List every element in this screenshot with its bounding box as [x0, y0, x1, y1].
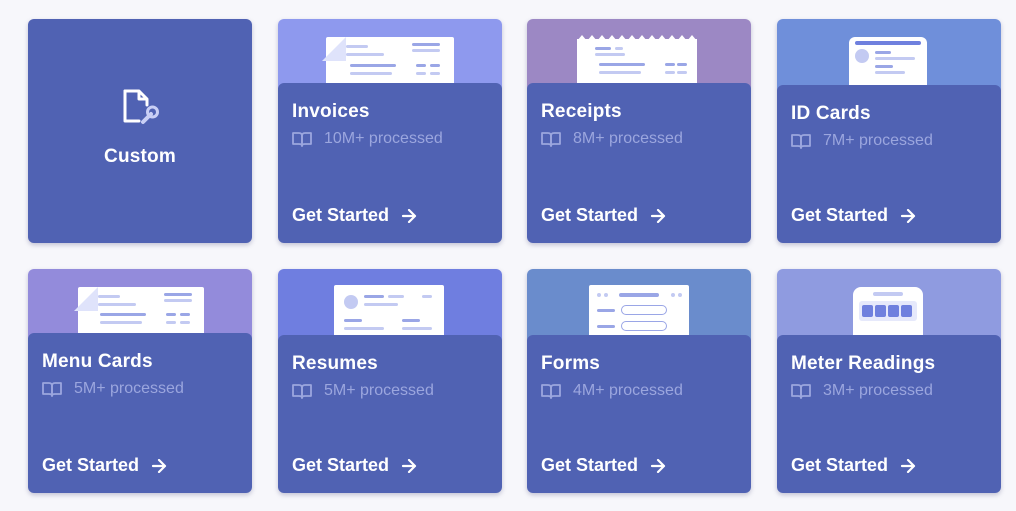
invoices-card[interactable]: Invoices 10M+ processed Get Started	[278, 19, 502, 243]
processed-count: 5M+ processed	[292, 382, 488, 400]
arrow-right-icon	[401, 208, 417, 223]
processed-count-text: 5M+ processed	[74, 380, 184, 397]
arrow-right-icon	[151, 458, 167, 473]
card-title: Invoices	[292, 101, 370, 122]
card-title: Meter Readings	[791, 353, 936, 374]
processed-count: 10M+ processed	[292, 130, 488, 148]
processed-count-text: 10M+ processed	[324, 130, 443, 147]
meter-readings-card[interactable]: Meter Readings 3M+ processed Get Started	[777, 269, 1001, 493]
menu-cards-card[interactable]: Menu Cards 5M+ processed Get Started	[28, 269, 252, 493]
forms-panel: Forms 4M+ processed Get Started	[527, 335, 751, 493]
book-icon	[42, 381, 62, 397]
get-started-link[interactable]: Get Started	[42, 455, 167, 476]
get-started-link[interactable]: Get Started	[541, 455, 666, 476]
book-icon	[791, 133, 811, 149]
resumes-card[interactable]: Resumes 5M+ processed Get Started	[278, 269, 502, 493]
arrow-right-icon	[401, 458, 417, 473]
custom-title: Custom	[104, 145, 176, 167]
arrow-right-icon	[900, 458, 916, 473]
get-started-link[interactable]: Get Started	[791, 205, 916, 226]
resumes-panel: Resumes 5M+ processed Get Started	[278, 335, 502, 493]
processed-count: 3M+ processed	[791, 382, 987, 400]
book-icon	[541, 383, 561, 399]
arrow-right-icon	[900, 208, 916, 223]
get-started-label: Get Started	[791, 455, 889, 475]
card-title: Menu Cards	[42, 351, 153, 372]
custom-card[interactable]: Custom	[28, 19, 252, 243]
book-icon	[791, 383, 811, 399]
processed-count: 4M+ processed	[541, 382, 737, 400]
receipts-card[interactable]: Receipts 8M+ processed Get Started	[527, 19, 751, 243]
receipts-panel: Receipts 8M+ processed Get Started	[527, 83, 751, 243]
get-started-label: Get Started	[541, 205, 639, 225]
processed-count-text: 8M+ processed	[573, 130, 683, 147]
get-started-link[interactable]: Get Started	[791, 455, 916, 476]
arrow-right-icon	[650, 208, 666, 223]
card-title: Forms	[541, 353, 601, 374]
card-title: Resumes	[292, 353, 378, 374]
id-cards-panel: ID Cards 7M+ processed Get Started	[777, 85, 1001, 243]
invoices-panel: Invoices 10M+ processed Get Started	[278, 83, 502, 243]
file-wrench-icon	[121, 87, 159, 132]
get-started-link[interactable]: Get Started	[292, 455, 417, 476]
book-icon	[292, 131, 312, 147]
processed-count-text: 4M+ processed	[573, 382, 683, 399]
book-icon	[292, 383, 312, 399]
get-started-link[interactable]: Get Started	[292, 205, 417, 226]
meter-readings-panel: Meter Readings 3M+ processed Get Started	[777, 335, 1001, 493]
processed-count-text: 3M+ processed	[823, 382, 933, 399]
processed-count-text: 7M+ processed	[823, 132, 933, 149]
arrow-right-icon	[650, 458, 666, 473]
card-title: Receipts	[541, 101, 622, 122]
processed-count: 8M+ processed	[541, 130, 737, 148]
processed-count: 5M+ processed	[42, 380, 238, 398]
forms-card[interactable]: Forms 4M+ processed Get Started	[527, 269, 751, 493]
get-started-label: Get Started	[42, 455, 140, 475]
processed-count-text: 5M+ processed	[324, 382, 434, 399]
get-started-label: Get Started	[541, 455, 639, 475]
book-icon	[541, 131, 561, 147]
processed-count: 7M+ processed	[791, 132, 987, 150]
get-started-link[interactable]: Get Started	[541, 205, 666, 226]
id-cards-card[interactable]: ID Cards 7M+ processed Get Started	[777, 19, 1001, 243]
menu-cards-panel: Menu Cards 5M+ processed Get Started	[28, 333, 252, 493]
get-started-label: Get Started	[791, 205, 889, 225]
get-started-label: Get Started	[292, 205, 390, 225]
card-title: ID Cards	[791, 103, 871, 124]
get-started-label: Get Started	[292, 455, 390, 475]
